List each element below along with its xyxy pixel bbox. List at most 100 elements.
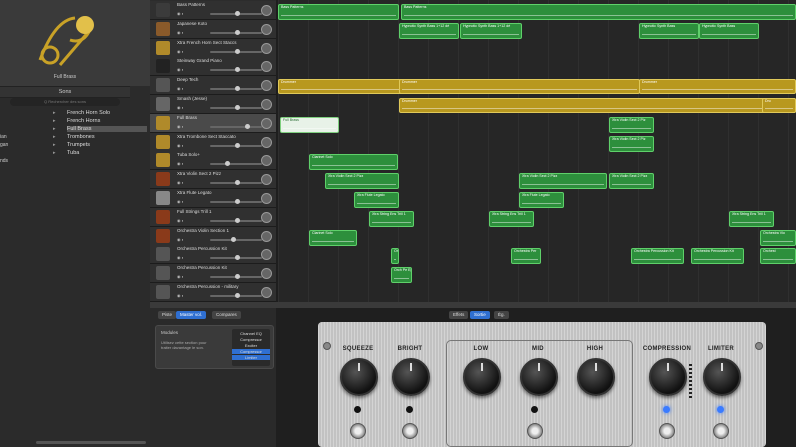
region[interactable]: Hypnotic Synth Bass 1+12 dé: [460, 22, 522, 39]
region[interactable]: Dru: [762, 98, 796, 113]
track-header[interactable]: Orchestra Violin Section 1 ◉ ◐: [150, 226, 276, 246]
track-header[interactable]: Smash (Jesse) ◉ ◐: [150, 95, 276, 114]
region[interactable]: Hypnotic Synth Bass: [699, 22, 759, 39]
region[interactable]: Bass Patterns: [401, 4, 796, 20]
mute-solo-icon[interactable]: ◉ ◐: [177, 30, 184, 35]
volume-slider-thumb[interactable]: [235, 180, 240, 186]
region[interactable]: Clarinet Solo: [309, 229, 357, 246]
mid-switch[interactable]: [527, 423, 543, 439]
volume-slider-thumb[interactable]: [235, 199, 240, 204]
pan-knob[interactable]: [261, 99, 272, 110]
tab-eq[interactable]: Ég.: [494, 311, 509, 319]
tab-compares[interactable]: Compares: [212, 311, 241, 319]
region[interactable]: Xtra Flute Legato: [519, 192, 564, 208]
mute-solo-icon[interactable]: ◉ ◐: [177, 180, 184, 185]
volume-slider-thumb[interactable]: [235, 293, 240, 298]
volume-slider-thumb[interactable]: [225, 161, 230, 167]
region[interactable]: Xtra Violin Sect 2 Pizz: [519, 173, 607, 190]
volume-slider-thumb[interactable]: [235, 255, 240, 261]
mute-solo-icon[interactable]: ◉ ◐: [177, 218, 184, 223]
track-header[interactable]: Xtra Flute Legato ◉ ◐: [150, 189, 276, 208]
mid-knob[interactable]: [520, 358, 558, 396]
volume-slider[interactable]: [210, 236, 262, 242]
mute-solo-icon[interactable]: ◉ ◐: [177, 49, 184, 54]
limiter-switch[interactable]: [713, 423, 729, 439]
subcategory-item[interactable]: Trumpets: [67, 142, 147, 148]
region[interactable]: Drummer: [399, 98, 796, 113]
bright-switch[interactable]: [402, 423, 418, 439]
track-header[interactable]: Orchestra Percussion Kit ◉ ◐: [150, 264, 276, 284]
region[interactable]: Clarinet Solo: [309, 154, 398, 171]
track-header[interactable]: Orchestra Percussion - military ◉ ◐: [150, 283, 276, 302]
track-header[interactable]: Japanese Koto ◉ ◐: [150, 19, 276, 39]
volume-slider[interactable]: [210, 86, 262, 92]
arrange-area[interactable]: Bass Patterns Bass Patterns Hypnotic Synth…: [278, 0, 796, 302]
plugin-slot[interactable]: Channel EQ: [232, 331, 270, 336]
volume-slider-thumb[interactable]: [235, 29, 240, 35]
region[interactable]: Orchestra Percussion Kit: [691, 248, 744, 265]
category-item[interactable]: nds: [0, 158, 58, 164]
region[interactable]: Hypnotic Synth Bass: [639, 22, 699, 39]
bright-knob[interactable]: [392, 358, 430, 396]
region[interactable]: Hypnotic Synth Bass 1+12 dé: [399, 22, 459, 39]
volume-slider[interactable]: [210, 293, 262, 298]
squeeze-switch[interactable]: [350, 423, 366, 439]
compression-switch[interactable]: [659, 423, 675, 439]
track-header[interactable]: Xtra Violin Sect 2 Pizz ◉ ◐: [150, 170, 276, 190]
volume-slider-thumb[interactable]: [235, 105, 240, 110]
track-header[interactable]: Full Brass ◉ ◐: [150, 113, 276, 133]
pan-knob[interactable]: [261, 80, 272, 92]
category-item[interactable]: gan: [0, 142, 58, 148]
mute-solo-icon[interactable]: ◉ ◐: [177, 124, 184, 129]
track-header[interactable]: Xtra Trombone Sect Staccato ◉ ◐: [150, 132, 276, 152]
region[interactable]: Orchestra Per: [511, 248, 541, 265]
tab-sortie[interactable]: Sortie: [470, 311, 490, 319]
mute-solo-icon[interactable]: ◉ ◐: [177, 255, 184, 260]
volume-slider[interactable]: [210, 123, 262, 129]
pan-knob[interactable]: [261, 287, 272, 298]
track-header[interactable]: Tuba Solo+ ◉ ◐: [150, 151, 276, 171]
region[interactable]: Bass Patterns: [278, 4, 399, 20]
volume-slider[interactable]: [210, 199, 262, 204]
library-search-input[interactable]: Q Rechercher des sons: [10, 98, 120, 106]
region[interactable]: Xtra Violin Sect 2 Piz: [609, 116, 654, 133]
pan-knob[interactable]: [261, 174, 272, 186]
tab-piste[interactable]: Piste: [158, 311, 177, 319]
volume-slider-thumb[interactable]: [235, 217, 240, 223]
track-header[interactable]: Orchestra Percussion Kit ◉ ◐: [150, 245, 276, 265]
volume-slider[interactable]: [210, 11, 262, 16]
volume-slider-thumb[interactable]: [245, 123, 250, 129]
subcategory-item-selected[interactable]: Full Brass: [67, 126, 147, 132]
volume-slider[interactable]: [210, 274, 262, 280]
mute-solo-icon[interactable]: ◉ ◐: [177, 274, 184, 279]
category-item[interactable]: ian: [0, 134, 58, 140]
volume-slider-thumb[interactable]: [235, 67, 240, 73]
volume-slider-thumb[interactable]: [235, 86, 240, 92]
plugin-slot-selected[interactable]: Limiter: [232, 355, 270, 360]
pan-knob[interactable]: [261, 42, 272, 54]
region[interactable]: Xtra Flute Legato: [354, 192, 399, 208]
subcategory-item[interactable]: French Horn Solo: [67, 110, 147, 116]
plugin-slot[interactable]: Compressor: [232, 337, 270, 342]
volume-slider[interactable]: [210, 67, 262, 73]
volume-slider[interactable]: [210, 217, 262, 223]
region[interactable]: Xtra Violin Sect 2 Pizz: [325, 173, 399, 190]
pan-knob[interactable]: [261, 268, 272, 280]
pan-knob[interactable]: [261, 136, 272, 148]
volume-slider[interactable]: [210, 29, 262, 35]
mute-solo-icon[interactable]: ◉ ◐: [177, 67, 184, 72]
region[interactable]: Or: [391, 248, 399, 265]
pan-knob[interactable]: [261, 249, 272, 261]
region[interactable]: Orchestra Vio: [760, 229, 796, 246]
region[interactable]: Xtra Violin Sect 2 Pizz: [609, 173, 654, 190]
pan-knob[interactable]: [261, 23, 272, 35]
volume-slider[interactable]: [210, 161, 262, 167]
pan-knob[interactable]: [261, 193, 272, 204]
limiter-knob[interactable]: [703, 358, 741, 396]
library-scrollbar[interactable]: [36, 441, 146, 444]
region[interactable]: Full Brass: [280, 116, 339, 133]
region[interactable]: Drummer: [639, 79, 796, 95]
track-header[interactable]: Full Strings Trill 1 ◉ ◐: [150, 207, 276, 227]
mute-solo-icon[interactable]: ◉ ◐: [177, 293, 184, 298]
track-header[interactable]: Xtra French Horn Sect Staccs ◉ ◐: [150, 38, 276, 58]
